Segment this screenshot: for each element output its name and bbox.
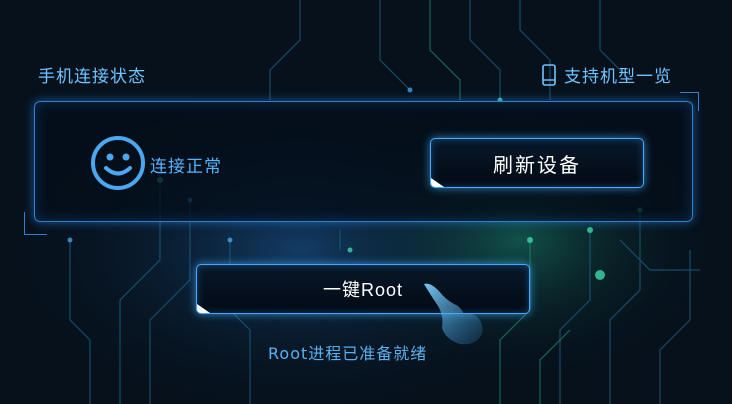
connection-status-title: 手机连接状态 bbox=[38, 67, 146, 87]
supported-models-label: 支持机型一览 bbox=[564, 67, 672, 87]
refresh-devices-button[interactable]: 刷新设备 bbox=[430, 138, 644, 188]
refresh-devices-label: 刷新设备 bbox=[493, 154, 581, 177]
button-corner-accent bbox=[197, 304, 210, 313]
smiley-face-icon bbox=[91, 136, 145, 190]
hand-pointer-icon bbox=[424, 283, 483, 345]
button-corner-accent bbox=[431, 178, 444, 187]
one-click-root-label: 一键Root bbox=[322, 280, 404, 300]
supported-models-link[interactable]: 支持机型一览 bbox=[542, 62, 672, 87]
connection-status-text: 连接正常 bbox=[150, 157, 222, 177]
root-ready-status: Root进程已准备就绪 bbox=[268, 344, 428, 363]
phone-icon bbox=[542, 63, 556, 86]
